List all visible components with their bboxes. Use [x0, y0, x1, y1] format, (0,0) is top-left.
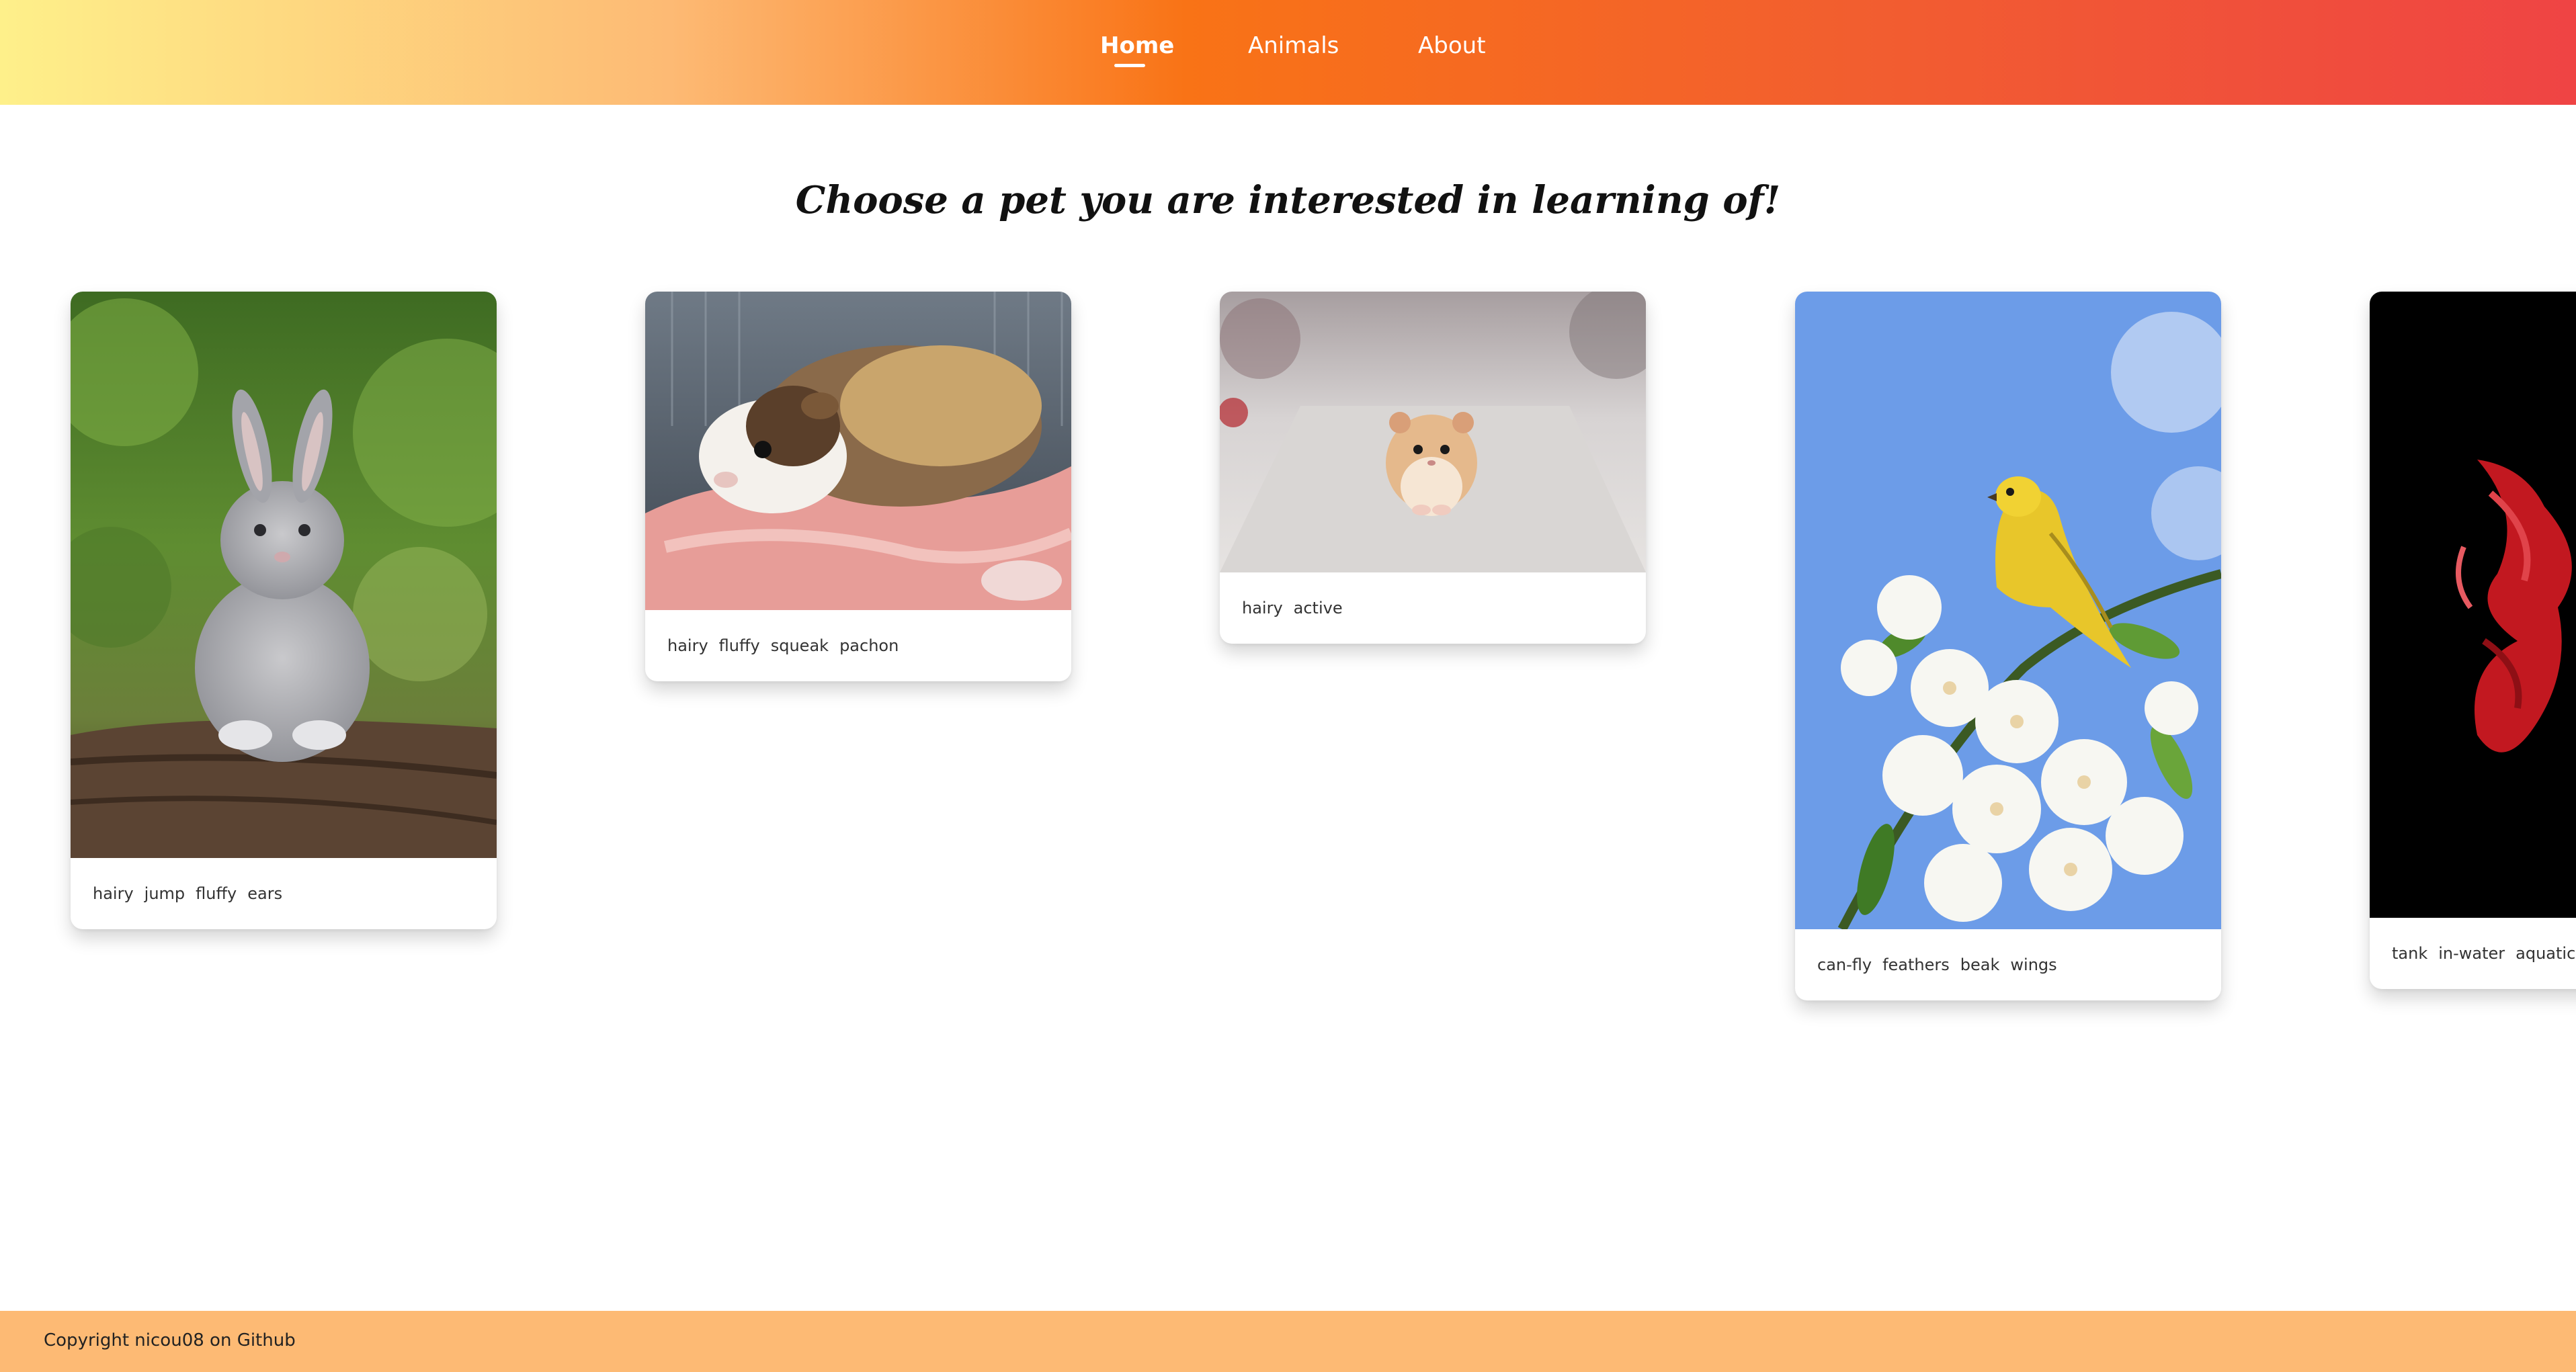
top-navbar: Home Animals About — [0, 0, 2576, 105]
page: Home Animals About Choose a pet you are … — [0, 0, 2576, 1372]
tag: fluffy — [196, 884, 237, 903]
card-tags: can-fly feathers beak wings — [1795, 929, 2221, 1000]
tag: squeak — [770, 636, 829, 655]
tag: active — [1293, 599, 1343, 617]
tag: ears — [247, 884, 283, 903]
card-tags: hairy active — [1220, 572, 1646, 644]
tag: hairy — [1242, 599, 1283, 617]
pet-card-guinea-pig[interactable]: hairy fluffy squeak pachon — [645, 292, 1071, 681]
page-footer: Copyright nicou08 on Github — [0, 1311, 2576, 1372]
copyright-text: Copyright nicou08 on Github — [44, 1330, 296, 1350]
card-tags: hairy jump fluffy ears — [71, 858, 497, 929]
tag: feathers — [1882, 955, 1950, 974]
tag: beak — [1960, 955, 2000, 974]
hamster-photo — [1220, 292, 1646, 572]
fish-photo — [2370, 292, 2576, 918]
tag: in-water — [2438, 944, 2505, 963]
card-tags: tank in-water aquatic s — [2370, 918, 2576, 989]
tag: tank — [2392, 944, 2428, 963]
pet-card-hamster[interactable]: hairy active — [1220, 292, 1646, 644]
nav-link-about[interactable]: About — [1418, 30, 1486, 62]
nav-link-animals[interactable]: Animals — [1248, 30, 1339, 62]
tag: wings — [2010, 955, 2057, 974]
tag: hairy — [667, 636, 708, 655]
rabbit-photo — [71, 292, 497, 858]
pet-card-bird[interactable]: can-fly feathers beak wings — [1795, 292, 2221, 1000]
tag: hairy — [93, 884, 134, 903]
tag: fluffy — [718, 636, 760, 655]
guinea-pig-photo — [645, 292, 1071, 610]
tag: aquatic — [2516, 944, 2576, 963]
tag: jump — [144, 884, 185, 903]
active-nav-indicator — [1114, 64, 1145, 67]
pet-card-rabbit[interactable]: hairy jump fluffy ears — [71, 292, 497, 929]
bird-photo — [1795, 292, 2221, 929]
tag: pachon — [839, 636, 899, 655]
nav-link-home[interactable]: Home — [1100, 30, 1174, 62]
pet-card-fish[interactable]: tank in-water aquatic s — [2370, 292, 2576, 989]
card-tags: hairy fluffy squeak pachon — [645, 610, 1071, 681]
main-nav: Home Animals About — [0, 30, 2576, 70]
tag: can-fly — [1817, 955, 1872, 974]
page-heading: Choose a pet you are interested in learn… — [795, 178, 1781, 222]
